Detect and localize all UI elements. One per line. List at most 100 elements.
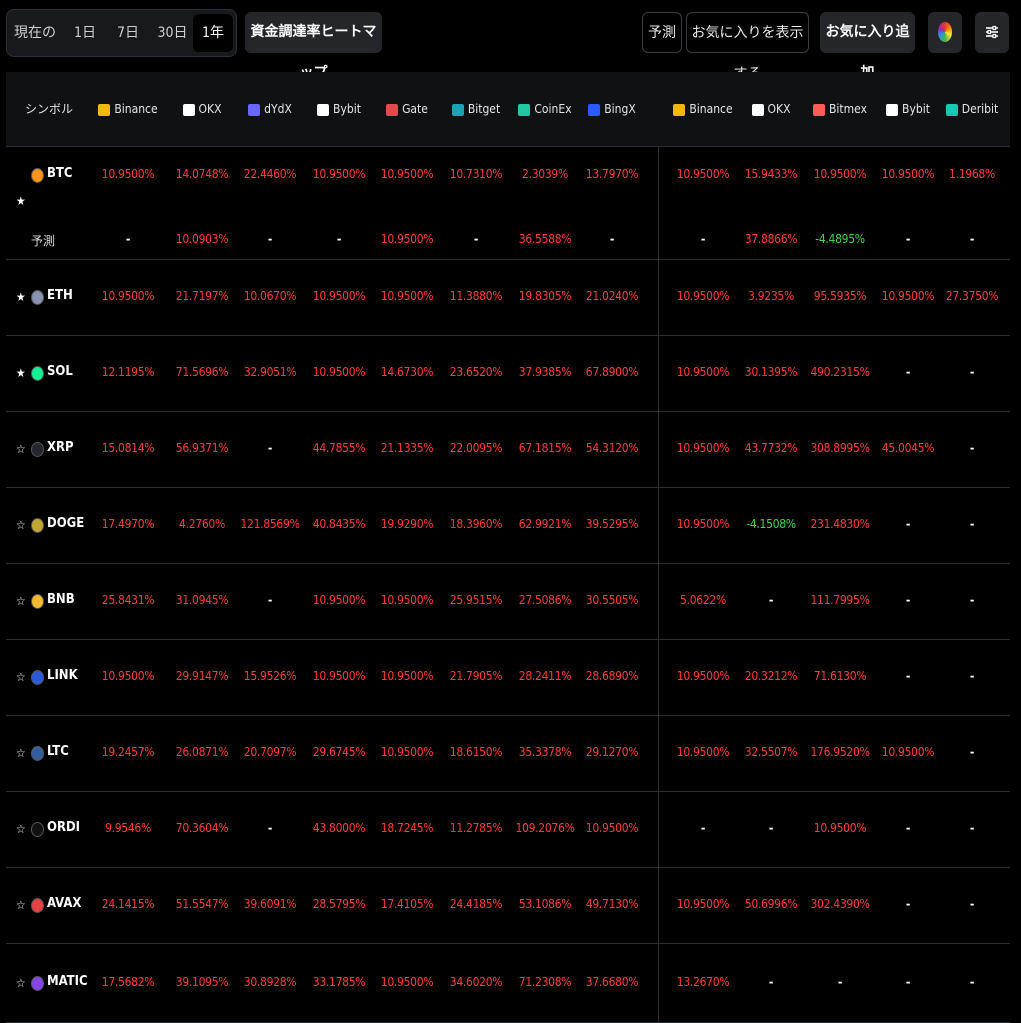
rate-cell: 25.8431% [101,593,155,607]
symbol-label[interactable]: ORDI [47,820,80,835]
rate-cell: 22.0095% [449,441,503,455]
rate-cell: - [905,365,911,379]
symbol-label[interactable]: LINK [47,668,78,683]
rate-cell: 302.4390% [810,897,870,911]
period-tab-2[interactable]: 7日 [113,14,143,52]
toolbar: 現在の 1日 7日 30日1年 資金調達率ヒートマップ 予測 お気に入りを表示する お… [0,0,1021,82]
symbol-label[interactable]: BTC [47,166,72,181]
color-wheel-button[interactable] [928,12,962,53]
table-row[interactable]: ☆ DOGE 17.4970% 4.2760% 121.8569% 40.8435% 19.… [6,487,1010,564]
table-row[interactable]: ☆ BNB 25.8431% 31.0945% - 10.9500% 10.9500% 25.… [6,563,1010,640]
table-row[interactable]: ☆ ORDI 9.9546% 70.3604% - 43.8000% 18.7245% 11.… [6,791,1010,868]
rate-cell: - [700,232,706,246]
rate-cell: 10.9500% [312,669,366,683]
rate-cell: 10.9500% [312,167,366,181]
rate-cell: 176.9520% [810,745,870,759]
rate-cell: 2.3039% [522,167,568,181]
symbol-label[interactable]: SOL [47,364,73,379]
exchange-header-deribit[interactable]: Deribit [939,72,1005,146]
symbol-label[interactable]: LTC [47,744,69,759]
period-tab-4[interactable]: 1年 [193,14,233,52]
symbol-column-header[interactable]: シンボル [6,72,92,146]
exchange-header-dydx[interactable]: dYdX [237,72,303,146]
favorite-star-filled-icon[interactable]: ★ [16,366,26,380]
symbol-label[interactable]: DOGE [47,516,84,531]
table-row[interactable]: ★ ETH 10.9500% 21.7197% 10.0670% 10.9500% 10.9… [6,259,1010,336]
rate-cell: 20.7097% [243,745,297,759]
rate-cell: 5.0622% [680,593,726,607]
doge-coin-icon [31,518,44,533]
table-row[interactable]: ★ SOL 12.1195% 71.5696% 32.9051% 10.9500% 14.6… [6,335,1010,412]
exchange-header-gate[interactable]: Gate [374,72,440,146]
table-row[interactable]: ★ BTC 10.9500% 14.0748% 22.4460% 10.9500% 10.9… [6,146,1010,260]
rate-cell: 32.5507% [744,745,798,759]
table-row[interactable]: ☆ AVAX 24.1415% 51.5547% 39.6091% 28.5795% 17.… [6,867,1010,944]
favorite-star-outline-icon[interactable]: ☆ [16,670,26,684]
exchange-header-binance[interactable]: Binance [95,72,161,146]
exchange-header-bybit[interactable]: Bybit [875,72,941,146]
rate-cell: 14.0748% [175,167,229,181]
rate-cell: 71.5696% [175,365,229,379]
rate-cell: 10.9500% [676,365,730,379]
favorite-star-outline-icon[interactable]: ☆ [16,518,26,532]
exchange-header-bitget[interactable]: Bitget [443,72,509,146]
exchange-header-bingx[interactable]: BingX [579,72,645,146]
table-row[interactable]: ☆ XRP 15.0814% 56.9371% - 44.7855% 21.1335% 22.… [6,411,1010,488]
favorite-star-outline-icon[interactable]: ☆ [16,976,26,990]
rate-cell: 28.5795% [312,897,366,911]
rate-cell: 37.8866% [744,232,798,246]
rate-cell: -4.4895% [815,232,865,246]
rate-cell: 10.9500% [813,167,867,181]
exchange-header-bybit[interactable]: Bybit [306,72,372,146]
rate-cell: 26.0871% [175,745,229,759]
exchange-header-okx[interactable]: OKX [738,72,804,146]
rate-cell: 29.9147% [175,669,229,683]
table-row[interactable]: ☆ MATIC 17.5682% 39.1095% 30.8928% 33.1785% 10… [6,943,1010,1023]
favorite-star-outline-icon[interactable]: ☆ [16,746,26,760]
rate-cell: 10.9500% [380,669,434,683]
exchange-header-binance[interactable]: Binance [670,72,736,146]
exchange-name: Bitmex [829,102,867,116]
rate-cell: - [905,517,911,531]
symbol-label[interactable]: MATIC [47,974,88,989]
rate-cell: 67.1815% [518,441,572,455]
favorite-star-filled-icon[interactable]: ★ [16,194,26,208]
table-row[interactable]: ☆ LINK 10.9500% 29.9147% 15.9526% 10.9500% 10.… [6,639,1010,716]
favorite-star-outline-icon[interactable]: ☆ [16,822,26,836]
exchange-header-okx[interactable]: OKX [169,72,235,146]
avax-coin-icon [31,898,44,913]
sol-coin-icon [31,366,44,381]
favorite-star-outline-icon[interactable]: ☆ [16,442,26,456]
predict-button[interactable]: 予測 [642,12,682,53]
favorite-star-outline-icon[interactable]: ☆ [16,898,26,912]
symbol-label[interactable]: AVAX [47,896,81,911]
symbol-label[interactable]: ETH [47,288,73,303]
rate-cell: 19.8305% [518,289,572,303]
rate-cell: 15.9433% [744,167,798,181]
rate-cell: 62.9921% [518,517,572,531]
binance-icon [673,103,686,116]
rate-cell: 17.4970% [101,517,155,531]
rate-cell: - [969,897,975,911]
favorite-star-filled-icon[interactable]: ★ [16,290,26,304]
period-tab-3[interactable]: 30日 [155,14,190,52]
period-tab-0[interactable]: 現在の [13,14,57,52]
exchange-header-coinex[interactable]: CoinEx [512,72,578,146]
bingx-icon [588,103,601,116]
funding-heatmap-button[interactable]: 資金調達率ヒートマップ [245,12,382,81]
rate-cell: 13.2670% [676,975,730,989]
rate-cell: 44.7855% [312,441,366,455]
rate-cell: 36.5588% [518,232,572,246]
table-row[interactable]: ☆ LTC 19.2457% 26.0871% 20.7097% 29.6745% 10.9… [6,715,1010,792]
exchange-header-bitmex[interactable]: Bitmex [807,72,873,146]
show-favorites-button[interactable]: お気に入りを表示する [686,12,809,82]
symbol-label[interactable]: XRP [47,440,74,455]
rate-cell: - [768,593,774,607]
favorite-star-outline-icon[interactable]: ☆ [16,594,26,608]
color-wheel-icon [938,22,952,42]
filter-settings-button[interactable] [975,12,1009,53]
add-favorite-button[interactable]: お気に入り追加 [820,12,915,81]
period-tab-1[interactable]: 1日 [70,14,100,52]
symbol-label[interactable]: BNB [47,592,75,607]
rate-cell: 10.9500% [676,289,730,303]
